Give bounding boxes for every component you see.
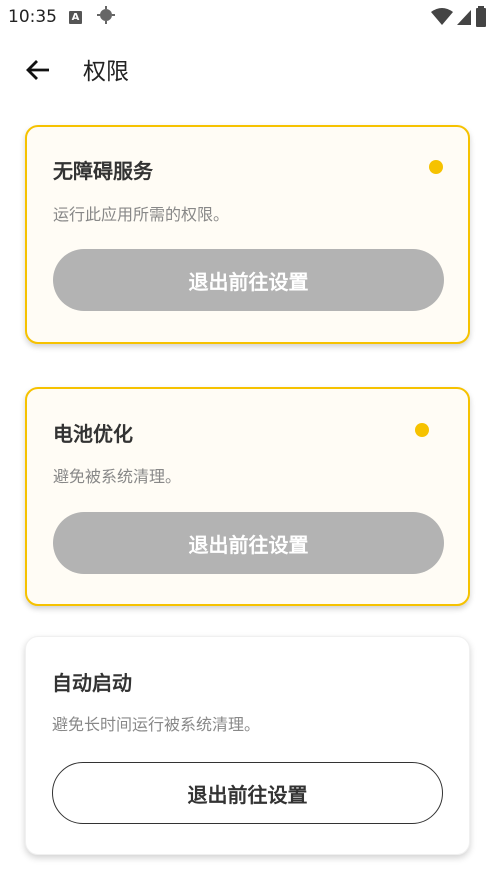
card-description: 避免被系统清理。 [53, 467, 182, 486]
status-time: 10:35 [8, 7, 57, 27]
go-to-settings-button[interactable]: 退出前往设置 [52, 762, 443, 824]
back-button[interactable] [22, 56, 54, 88]
wifi-icon [431, 7, 453, 31]
battery-icon [475, 6, 487, 32]
card-title: 自动启动 [52, 671, 132, 695]
page-title: 权限 [83, 59, 129, 85]
card-title: 电池优化 [53, 422, 133, 446]
permission-card-accessibility: 无障碍服务 运行此应用所需的权限。 退出前往设置 [25, 125, 470, 344]
status-dot [429, 160, 443, 174]
app-bar: 权限 [0, 46, 495, 98]
card-title: 无障碍服务 [53, 159, 153, 183]
card-description: 运行此应用所需的权限。 [53, 205, 230, 224]
a-icon: A [69, 10, 82, 24]
go-to-settings-button[interactable]: 退出前往设置 [53, 512, 444, 574]
go-to-settings-button[interactable]: 退出前往设置 [53, 249, 444, 311]
card-description: 避免长时间运行被系统清理。 [52, 715, 261, 734]
location-crosshair-icon [96, 5, 116, 29]
permission-card-battery: 电池优化 避免被系统清理。 退出前往设置 [25, 387, 470, 606]
status-bar: 10:35 A [0, 0, 495, 34]
arrow-left-icon [25, 57, 51, 87]
status-dot [415, 423, 429, 437]
permission-card-autostart: 自动启动 避免长时间运行被系统清理。 退出前往设置 [25, 636, 470, 855]
signal-icon [455, 7, 473, 31]
